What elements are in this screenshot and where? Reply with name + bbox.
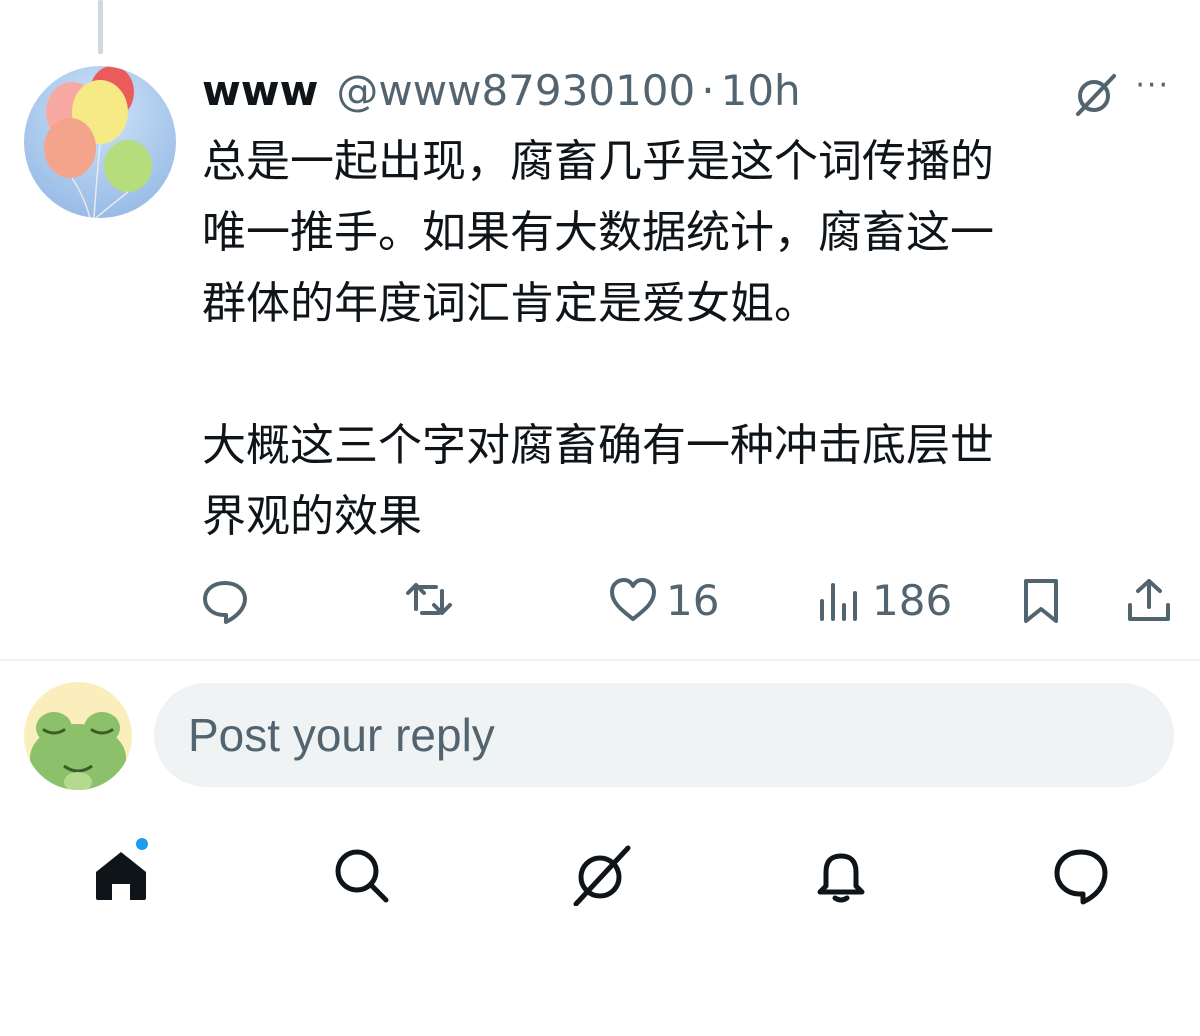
tweet-action-bar: 16 186	[200, 568, 1180, 632]
nav-notifications[interactable]	[806, 840, 876, 910]
notification-dot	[134, 836, 150, 852]
tweet-timestamp[interactable]: 10h	[721, 66, 801, 115]
retweet-icon	[406, 583, 452, 615]
header-separator: ·	[701, 65, 715, 115]
tweet-header: www @www87930100 · 10h	[202, 62, 1160, 118]
tweet-text-line: 大概这三个字对腐畜确有一种冲击底层世	[202, 420, 994, 471]
reply-button[interactable]	[200, 568, 250, 632]
view-count: 186	[872, 575, 953, 625]
reply-input[interactable]: Post your reply	[154, 683, 1174, 787]
bookmark-icon	[1024, 579, 1058, 623]
divider	[0, 659, 1200, 661]
more-options-button[interactable]: ···	[1135, 68, 1170, 103]
grok-icon[interactable]	[1072, 70, 1120, 118]
tweet-text-line: 唯一推手。如果有大数据统计，腐畜这一	[202, 207, 994, 258]
bookmark-button[interactable]	[1016, 568, 1066, 632]
grok-icon	[573, 845, 631, 906]
balloons-image	[44, 66, 152, 218]
frog-avatar-image	[24, 682, 132, 790]
tweet-detail-screen: www @www87930100 · 10h ··· 总是一起出现，腐畜几乎是这…	[0, 0, 1200, 1036]
author-avatar[interactable]	[24, 66, 176, 218]
heart-icon	[610, 578, 656, 621]
views-icon	[820, 583, 857, 621]
search-icon	[335, 849, 389, 903]
tweet-text-line: 界观的效果	[202, 491, 422, 542]
share-button[interactable]	[1124, 568, 1174, 632]
like-button[interactable]: 16	[608, 568, 719, 632]
retweet-button[interactable]	[404, 568, 454, 632]
nav-grok[interactable]	[566, 840, 636, 910]
reply-icon	[203, 581, 247, 624]
like-count: 16	[666, 575, 720, 625]
current-user-avatar[interactable]	[24, 682, 132, 790]
nav-search[interactable]	[326, 840, 396, 910]
reply-placeholder: Post your reply	[188, 709, 495, 761]
views-button[interactable]: 186	[814, 568, 952, 632]
author-display-name[interactable]: www	[202, 66, 318, 115]
thread-connector-line	[98, 0, 103, 54]
tweet-text-line: 总是一起出现，腐畜几乎是这个词传播的	[202, 136, 994, 187]
share-icon	[1128, 579, 1170, 621]
home-icon	[96, 852, 146, 900]
messages-icon	[1054, 849, 1108, 905]
tweet-text-line: 群体的年度词汇肯定是爱女姐。	[202, 278, 818, 329]
bell-icon	[817, 853, 865, 903]
tweet-text: 总是一起出现，腐畜几乎是这个词传播的 唯一推手。如果有大数据统计，腐畜这一 群体…	[202, 126, 1152, 552]
nav-messages[interactable]	[1046, 840, 1116, 910]
author-handle[interactable]: @www87930100	[336, 66, 695, 115]
